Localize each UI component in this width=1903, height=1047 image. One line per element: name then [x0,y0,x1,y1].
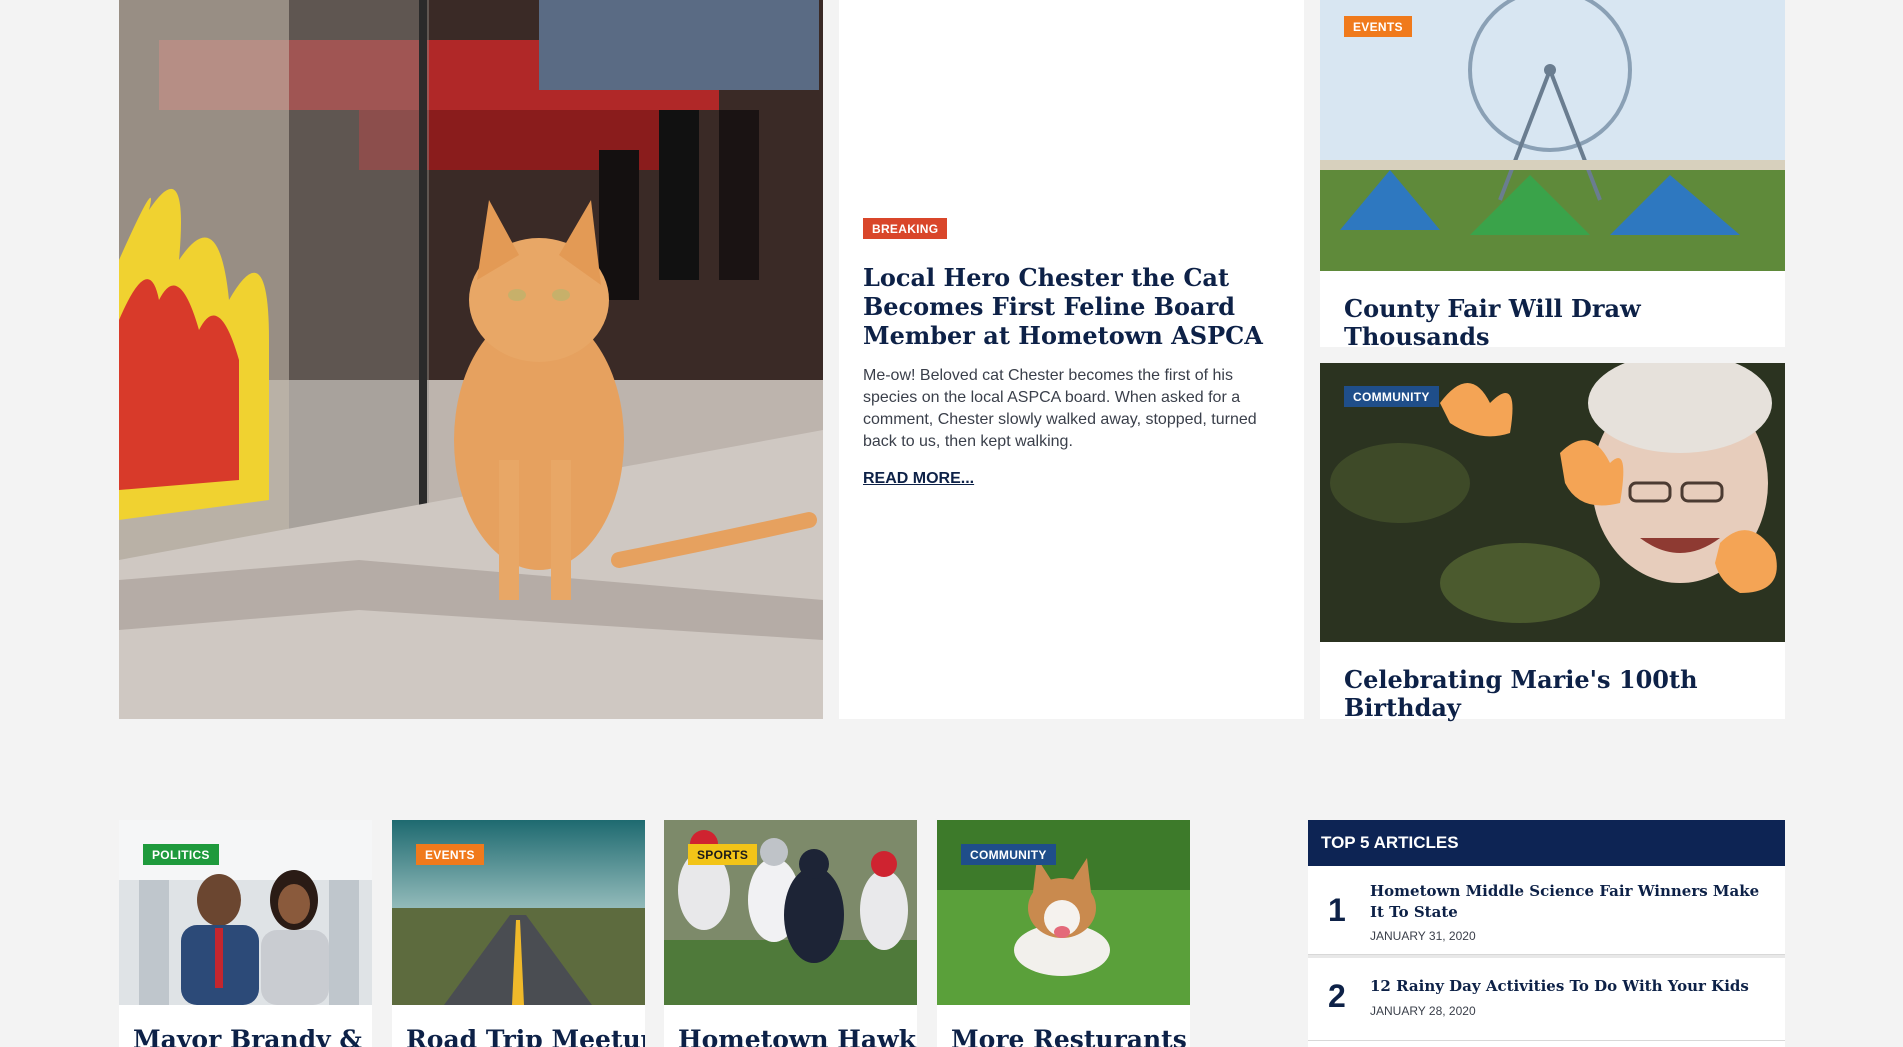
small-article-card-events[interactable]: EVENTS Road Trip Meetups [392,820,645,1047]
top-5-articles-widget: TOP 5 ARTICLES 1 Hometown Middle Science… [1308,820,1785,1047]
read-more-link[interactable]: READ MORE... [863,470,974,488]
article-date: JANUARY 28, 2020 [1370,1004,1476,1018]
top-5-item[interactable]: 2 12 Rainy Day Activities To Do With You… [1308,955,1785,1041]
ferris-wheel-photo-illustration [1320,0,1785,271]
small-article-card-politics[interactable]: POLITICS Mayor Brandy & [119,820,372,1047]
category-badge-events[interactable]: EVENTS [1344,16,1412,37]
side-article-card-marie-birthday[interactable]: COMMUNITY Celebrating Marie's 100th Birt… [1320,363,1785,722]
side-card-title[interactable]: County Fair Will Draw Thousands [1344,295,1785,351]
hero-headline[interactable]: Local Hero Chester the Cat Becomes First… [863,263,1283,350]
side-card-title[interactable]: Celebrating Marie's 100th Birthday [1344,666,1785,722]
top-5-heading: TOP 5 ARTICLES [1308,820,1785,866]
hero-article-card: BREAKING Local Hero Chester the Cat Beco… [839,0,1304,719]
article-date: JANUARY 31, 2020 [1370,929,1476,943]
small-card-title[interactable]: Road Trip Meetups [406,1025,645,1047]
top-5-item[interactable]: 1 Hometown Middle Science Fair Winners M… [1308,866,1785,955]
category-badge-sports[interactable]: SPORTS [688,844,758,865]
category-badge-events[interactable]: EVENTS [416,844,484,865]
hero-image-cat[interactable] [119,0,823,719]
top-5-article-link[interactable]: Hometown Middle Science Fair Winners Mak… [1370,881,1770,923]
small-article-card-sports[interactable]: SPORTS Hometown Hawks [664,820,917,1047]
small-card-title[interactable]: More Resturants [951,1025,1187,1047]
small-card-title[interactable]: Hometown Hawks [678,1025,917,1047]
category-badge-community[interactable]: COMMUNITY [961,844,1056,865]
top-5-article-link[interactable]: 12 Rainy Day Activities To Do With Your … [1370,976,1770,997]
county-fair-image[interactable] [1320,0,1785,271]
small-article-card-community[interactable]: COMMUNITY More Resturants [937,820,1190,1047]
small-card-title[interactable]: Mayor Brandy & [133,1025,362,1047]
rank-number: 1 [1328,892,1346,928]
cat-photo-illustration [119,0,823,719]
category-badge-politics[interactable]: POLITICS [143,844,219,865]
category-badge-community[interactable]: COMMUNITY [1344,386,1439,407]
rank-number: 2 [1328,978,1346,1014]
side-article-card-county-fair[interactable]: EVENTS County Fair Will Draw Thousands [1320,0,1785,351]
hero-excerpt: Me-ow! Beloved cat Chester becomes the f… [863,367,1257,450]
category-badge-breaking[interactable]: BREAKING [863,218,948,239]
